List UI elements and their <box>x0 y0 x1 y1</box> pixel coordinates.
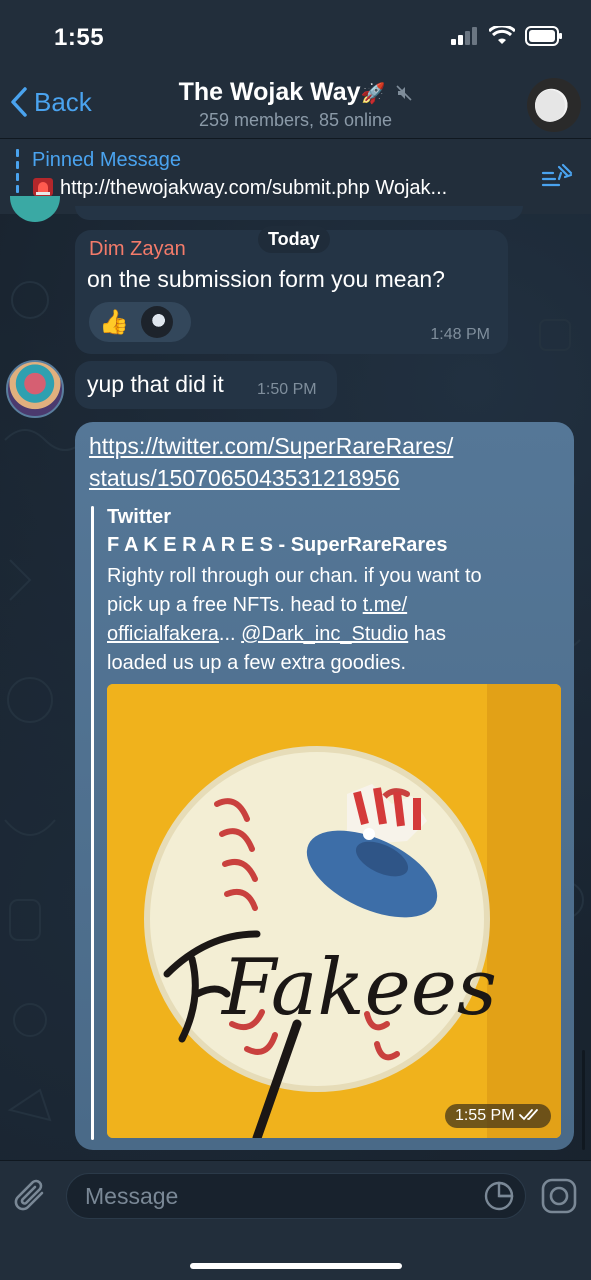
link-preview-site: Twitter <box>107 506 172 528</box>
telegram-link-cont[interactable]: officialfakera <box>107 623 219 645</box>
siren-icon <box>33 178 53 196</box>
status-icons <box>451 26 563 46</box>
thumbs-up-reaction: 👍 <box>99 309 129 336</box>
telegram-link[interactable]: t.me/ <box>363 594 407 616</box>
link-preview-title: F A K E R A R E S - SuperRareRares <box>107 534 448 556</box>
fakees-logo-image: Fakees <box>107 684 561 1138</box>
message-bubble[interactable]: yup that did it 1:50 PM <box>75 361 337 409</box>
message-input[interactable] <box>66 1173 526 1219</box>
chat-title[interactable]: The Wojak Way🚀 <box>0 78 591 107</box>
status-time: 1:55 <box>54 24 105 51</box>
pinned-message[interactable]: Pinned Message http://thewojakway.com/su… <box>0 138 591 214</box>
muted-icon <box>396 85 412 101</box>
composer-bar <box>0 1160 591 1280</box>
camera-icon[interactable] <box>540 1177 578 1215</box>
pinned-link: http://thewojakway.com/submit.php Wojak.… <box>60 177 448 199</box>
battery-icon <box>525 26 562 46</box>
rocket-emoji: 🚀 <box>360 83 386 105</box>
date-divider: Today <box>258 226 330 253</box>
pinned-title: Pinned Message <box>32 149 181 171</box>
pin-list-icon[interactable] <box>541 163 573 189</box>
link-preview-bar <box>91 506 94 1140</box>
reactor-avatar <box>141 306 173 338</box>
message-link[interactable]: https://twitter.com/SuperRareRares/statu… <box>89 430 453 494</box>
message-time: 1:50 PM <box>257 381 317 398</box>
link-preview-description: Righty roll through our chan. if you wan… <box>107 565 482 674</box>
home-indicator[interactable] <box>190 1263 402 1269</box>
chat-header: Back The Wojak Way🚀 259 members, 85 onli… <box>0 72 591 138</box>
avatar[interactable] <box>6 360 64 418</box>
chat-avatar[interactable] <box>527 78 581 132</box>
pinned-text: http://thewojakway.com/submit.php Wojak.… <box>32 177 527 200</box>
logo-text: Fakees <box>220 943 497 1033</box>
message-time: 1:55 PM <box>454 1107 515 1124</box>
chat-title-text: The Wojak Way <box>178 78 361 106</box>
message-bubble <box>75 206 523 220</box>
scroll-indicator[interactable] <box>582 1050 585 1150</box>
double-check-icon <box>519 1109 538 1121</box>
status-bar: 1:55 <box>0 0 591 72</box>
outgoing-message-bubble[interactable]: https://twitter.com/SuperRareRares/statu… <box>75 422 574 1150</box>
message-text: yup that did it <box>87 371 224 397</box>
chat-members: 259 members, 85 online <box>198 110 393 130</box>
pinned-indicator <box>16 149 19 203</box>
message-time: 1:48 PM <box>430 326 490 343</box>
wifi-icon <box>489 26 515 44</box>
message-text: on the submission form you mean? <box>87 266 445 292</box>
paperclip-icon[interactable] <box>14 1177 50 1215</box>
sender-name[interactable]: Dim Zayan <box>89 238 186 261</box>
mention-link[interactable]: @Dark_inc_Studio <box>241 623 408 645</box>
avatar-face <box>535 90 565 122</box>
message-time-badge: 1:55 PM <box>444 1104 551 1128</box>
reaction-chip[interactable]: 👍 <box>89 302 191 342</box>
signal-icon <box>451 27 477 45</box>
sticker-icon[interactable] <box>484 1181 514 1211</box>
link-preview-image[interactable]: Fakees 1:55 PM <box>107 684 561 1138</box>
